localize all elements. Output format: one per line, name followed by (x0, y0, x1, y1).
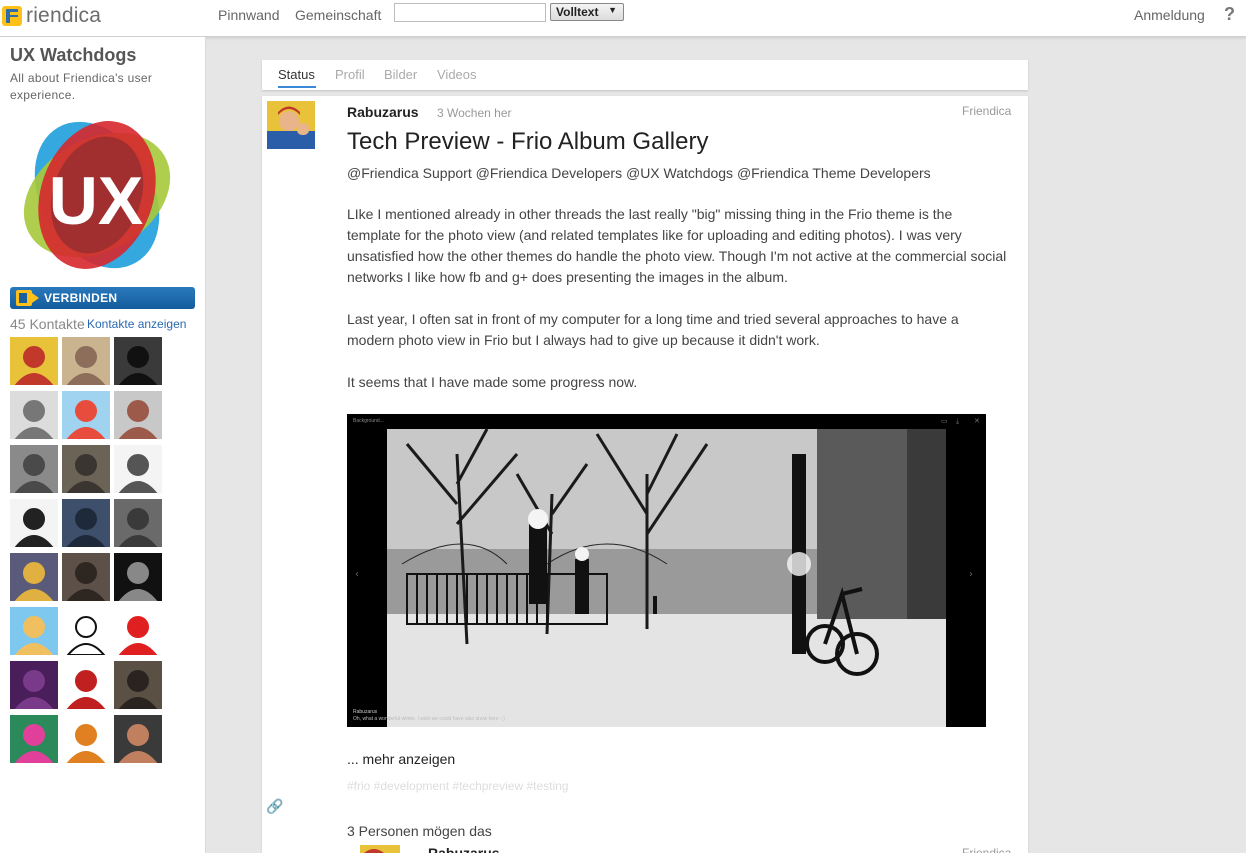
rainbow-avatar[interactable] (10, 715, 58, 763)
silhouette-avatar[interactable] (62, 607, 110, 655)
next-post-author[interactable]: Rabuzarus (428, 846, 500, 853)
tab-videos[interactable]: Videos (437, 67, 477, 82)
search-type-value: Volltext (556, 5, 599, 19)
author-avatar[interactable] (267, 101, 315, 149)
connect-label: VERBINDEN (44, 291, 118, 305)
group-name[interactable]: UX Watchdogs (10, 45, 136, 66)
ux-logo-text: UX (49, 163, 143, 239)
abstract-avatar[interactable] (10, 661, 58, 709)
person-avatar[interactable] (62, 337, 110, 385)
post-paragraph: LIke I mentioned already in other thread… (347, 206, 1007, 285)
post-mentions[interactable]: @Friendica Support @Friendica Developers… (347, 165, 931, 181)
chevron-down-icon: ▼ (608, 5, 617, 15)
brand-name: riendica (26, 4, 102, 27)
nav-community-link[interactable]: Gemeinschaft (295, 7, 381, 23)
profile-tabs: Status Profil Bilder Videos (262, 60, 1028, 90)
friendica-logo-icon (2, 6, 22, 26)
person-avatar[interactable] (62, 553, 110, 601)
cartoon-avatar[interactable] (10, 607, 58, 655)
show-contacts-link[interactable]: Kontakte anzeigen (87, 317, 186, 331)
rosie-avatar[interactable] (10, 337, 58, 385)
nav-wall-link[interactable]: Pinnwand (218, 7, 280, 23)
tab-photos[interactable]: Bilder (384, 67, 417, 82)
photo-caption: Oh, what a wonderful winter. I wish we c… (353, 716, 505, 722)
gallery-comment-icon[interactable]: ▭ (941, 417, 948, 425)
cartoon-avatar[interactable] (10, 553, 58, 601)
cartoon-avatar[interactable] (114, 607, 162, 655)
tab-profile[interactable]: Profil (335, 67, 365, 82)
photo-caption-author: Rabuzarus (353, 709, 378, 715)
person-avatar[interactable] (114, 337, 162, 385)
brand-logo[interactable]: riendica (2, 4, 101, 28)
search-type-select[interactable]: Volltext ▼ (550, 3, 624, 21)
person-avatar[interactable] (114, 715, 162, 763)
gallery-close-icon[interactable]: ✕ (974, 417, 980, 425)
post-paragraph: It seems that I have made some progress … (347, 374, 638, 390)
tab-status[interactable]: Status (278, 67, 315, 82)
post-paragraph: Last year, I often sat in front of my co… (347, 311, 959, 348)
show-more-link[interactable]: ... mehr anzeigen (347, 751, 455, 767)
gallery-next-icon[interactable]: › (969, 569, 973, 580)
pixel-avatar[interactable] (62, 661, 110, 709)
person-avatar[interactable] (62, 499, 110, 547)
group-sidebar: UX Watchdogs All about Friendica's user … (0, 37, 206, 853)
post-network: Friendica (962, 104, 1012, 118)
bird-avatar[interactable] (62, 715, 110, 763)
likes-count[interactable]: 3 Personen mögen das (347, 823, 492, 839)
sketch-avatar[interactable] (114, 445, 162, 493)
top-navbar: riendica Pinnwand Gemeinschaft Volltext … (0, 0, 1246, 37)
login-link[interactable]: Anmeldung (1134, 7, 1205, 23)
connect-icon (16, 290, 39, 306)
person-avatar[interactable] (10, 445, 58, 493)
gallery-download-icon[interactable]: ⤓ (956, 417, 959, 425)
cartoon-avatar[interactable] (10, 499, 58, 547)
post-author[interactable]: Rabuzarus (347, 104, 419, 120)
post-tags[interactable]: #frio #development #techpreview #testing (347, 779, 568, 793)
connect-button[interactable]: VERBINDEN (10, 287, 195, 309)
post-gallery-image[interactable]: Oh, what a wonderful winter. I wish we c… (347, 414, 986, 727)
link-icon[interactable]: 🔗 (266, 798, 283, 815)
person-avatar[interactable] (114, 661, 162, 709)
active-tab-indicator (278, 86, 316, 88)
search-input[interactable] (394, 3, 546, 22)
group-description: All about Friendica's user experience. (10, 71, 153, 102)
person-avatar[interactable] (114, 391, 162, 439)
person-avatar[interactable] (62, 445, 110, 493)
gallery-prev-icon[interactable]: ‹ (355, 569, 359, 580)
person-avatar[interactable] (114, 553, 162, 601)
post-title: Tech Preview - Frio Album Gallery (347, 128, 709, 155)
help-icon[interactable]: ? (1224, 4, 1235, 25)
contacts-count: 45 Kontakte (10, 316, 85, 332)
post-time[interactable]: 3 Wochen her (437, 106, 512, 120)
pony-avatar[interactable] (62, 391, 110, 439)
snow-park-photo: Oh, what a wonderful winter. I wish we c… (347, 414, 986, 727)
ux-group-logo-icon: UX (23, 121, 171, 269)
photo-top-label: Background... (353, 418, 384, 424)
person-avatar[interactable] (114, 499, 162, 547)
next-author-avatar[interactable] (360, 845, 400, 853)
next-post-network: Friendica (962, 846, 1012, 853)
person-avatar[interactable] (10, 391, 58, 439)
